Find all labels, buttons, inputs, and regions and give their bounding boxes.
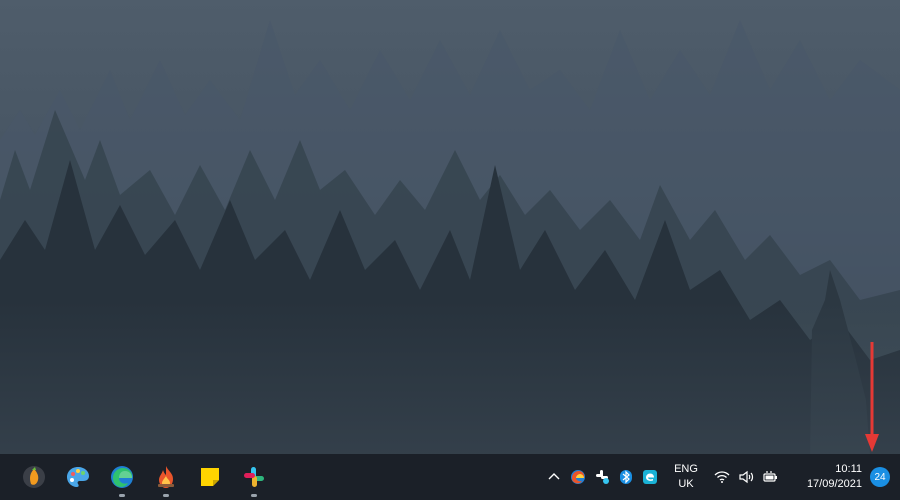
slack-icon [244, 467, 264, 487]
input-language-indicator[interactable]: ENG UK [666, 462, 706, 492]
wallpaper [0, 0, 900, 454]
taskbar-app-slack[interactable] [232, 454, 276, 500]
clock[interactable]: 10:11 17/09/2021 [790, 462, 862, 492]
bluetooth-icon [620, 470, 632, 484]
system-tray: ENG UK 10:11 17/09/2021 24 [542, 454, 890, 500]
tray-battery[interactable] [758, 454, 782, 500]
notification-count: 24 [874, 471, 886, 483]
tray-edge[interactable] [566, 454, 590, 500]
taskbar-app-fire[interactable] [144, 454, 188, 500]
edge-legacy-icon [643, 470, 657, 484]
language-code: ENG [674, 463, 698, 475]
annotation-arrow-icon [865, 342, 879, 452]
paint-palette-icon [67, 467, 89, 487]
sticky-notes-icon [201, 468, 219, 486]
slack-tray-icon [596, 470, 609, 484]
edge-tray-icon [571, 470, 585, 484]
show-hidden-icons-button[interactable] [542, 454, 566, 500]
running-indicator [163, 494, 169, 497]
pinned-apps [12, 454, 276, 500]
edge-browser-icon [111, 466, 133, 488]
language-region: UK [678, 478, 694, 490]
clock-time: 10:11 [835, 463, 862, 475]
fire-app-icon [158, 466, 174, 488]
tray-network[interactable] [710, 454, 734, 500]
notification-center-button[interactable]: 24 [870, 467, 890, 487]
clock-date: 17/09/2021 [806, 478, 862, 490]
tray-slack[interactable] [590, 454, 614, 500]
taskbar: ENG UK 10:11 17/09/2021 24 [0, 454, 900, 500]
running-indicator [119, 494, 125, 497]
battery-icon [763, 471, 777, 482]
taskbar-app-paint[interactable] [56, 454, 100, 500]
chevron-up-icon [548, 473, 560, 480]
tray-bluetooth[interactable] [614, 454, 638, 500]
volume-icon [739, 470, 754, 484]
wifi-icon [714, 471, 730, 483]
taskbar-app-fl-studio[interactable] [12, 454, 56, 500]
desktop: ENG UK 10:11 17/09/2021 24 [0, 0, 900, 500]
fl-studio-icon [23, 466, 45, 488]
taskbar-app-edge[interactable] [100, 454, 144, 500]
running-indicator [251, 494, 257, 497]
taskbar-app-sticky-notes[interactable] [188, 454, 232, 500]
tray-edge-legacy[interactable] [638, 454, 662, 500]
tray-volume[interactable] [734, 454, 758, 500]
